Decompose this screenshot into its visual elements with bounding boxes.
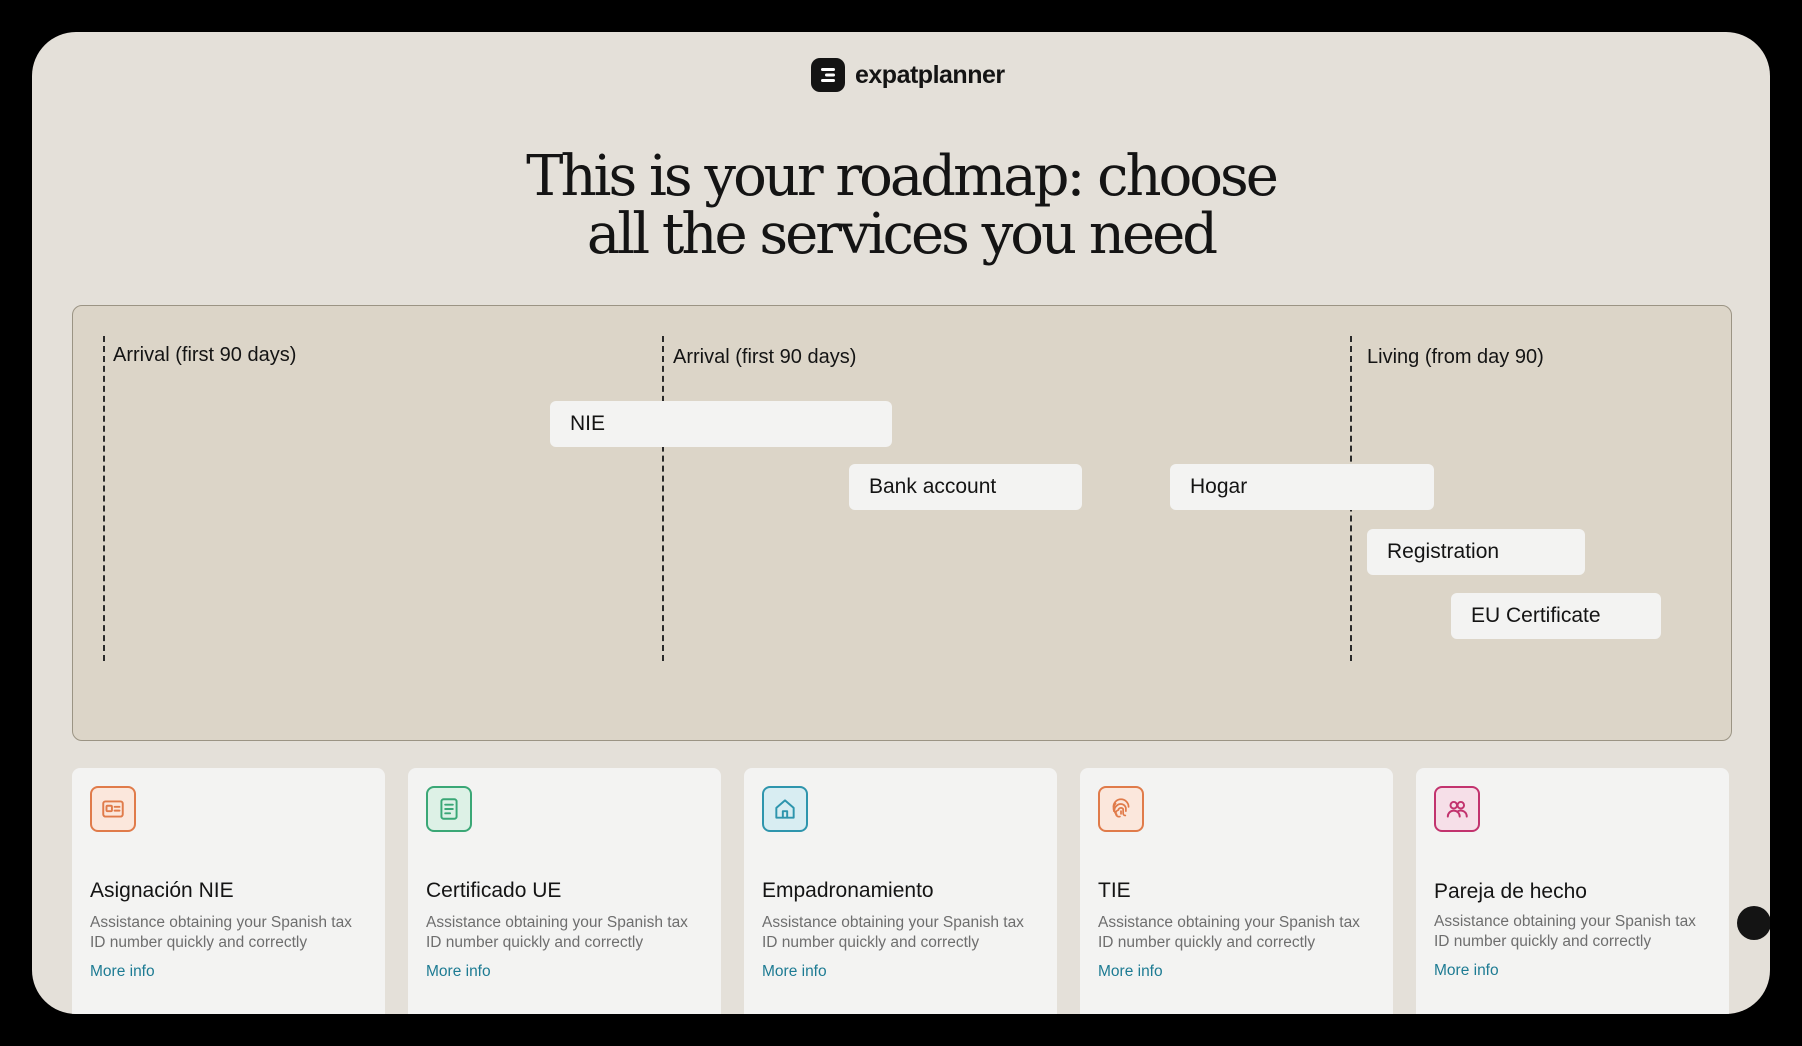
brand-name: expatplanner xyxy=(855,60,1005,89)
service-card[interactable]: Asignación NIE Assistance obtaining your… xyxy=(72,768,385,1014)
device-frame: expatplanner This is your roadmap: choos… xyxy=(0,0,1802,1046)
page-title-line-1: This is your roadmap: choose xyxy=(526,144,1279,209)
house-icon xyxy=(762,786,808,832)
task-nie[interactable]: NIE xyxy=(550,401,892,447)
roadmap-timeline: Arrival (first 90 days) Arrival (first 9… xyxy=(72,305,1732,741)
more-info-link[interactable]: More info xyxy=(90,963,155,981)
document-icon xyxy=(426,786,472,832)
service-card[interactable]: Empadronamiento Assistance obtaining you… xyxy=(744,768,1057,1014)
service-card[interactable]: TIE Assistance obtaining your Spanish ta… xyxy=(1080,768,1393,1014)
couple-icon xyxy=(1434,786,1480,832)
service-title: Pareja de hecho xyxy=(1434,880,1587,903)
fingerprint-icon xyxy=(1098,786,1144,832)
more-info-link[interactable]: More info xyxy=(426,963,491,981)
phase-divider xyxy=(103,336,105,661)
phase-label: Arrival (first 90 days) xyxy=(673,346,857,368)
service-card[interactable]: Pareja de hecho Assistance obtaining you… xyxy=(1416,768,1729,1014)
task-eu-certificate[interactable]: EU Certificate xyxy=(1451,593,1661,639)
service-title: Certificado UE xyxy=(426,879,562,902)
service-description: Assistance obtaining your Spanish tax ID… xyxy=(1098,914,1360,951)
brand-logo[interactable]: expatplanner xyxy=(811,58,1005,92)
id-card-icon xyxy=(90,786,136,832)
more-info-link[interactable]: More info xyxy=(1098,963,1163,981)
phase-label: Living (from day 90) xyxy=(1367,346,1544,368)
task-registration[interactable]: Registration xyxy=(1367,529,1585,575)
task-bank-account[interactable]: Bank account xyxy=(849,464,1082,510)
phase-label: Arrival (first 90 days) xyxy=(113,344,297,366)
service-title: TIE xyxy=(1098,879,1131,902)
more-info-link[interactable]: More info xyxy=(1434,962,1499,980)
floating-action-button[interactable] xyxy=(1737,906,1770,940)
service-card[interactable]: Certificado UE Assistance obtaining your… xyxy=(408,768,721,1014)
service-title: Asignación NIE xyxy=(90,879,234,902)
task-hogar[interactable]: Hogar xyxy=(1170,464,1434,510)
expatplanner-logo-icon xyxy=(811,58,845,92)
phase-divider xyxy=(662,336,664,661)
more-info-link[interactable]: More info xyxy=(762,963,827,981)
page-title: This is your roadmap: choose all the ser… xyxy=(32,148,1770,264)
service-description: Assistance obtaining your Spanish tax ID… xyxy=(1434,913,1696,950)
service-title: Empadronamiento xyxy=(762,879,934,902)
screen: expatplanner This is your roadmap: choos… xyxy=(32,32,1770,1014)
service-description: Assistance obtaining your Spanish tax ID… xyxy=(762,914,1024,951)
service-description: Assistance obtaining your Spanish tax ID… xyxy=(90,914,352,951)
service-description: Assistance obtaining your Spanish tax ID… xyxy=(426,914,688,951)
page-title-line-2: all the services you need xyxy=(586,202,1218,267)
